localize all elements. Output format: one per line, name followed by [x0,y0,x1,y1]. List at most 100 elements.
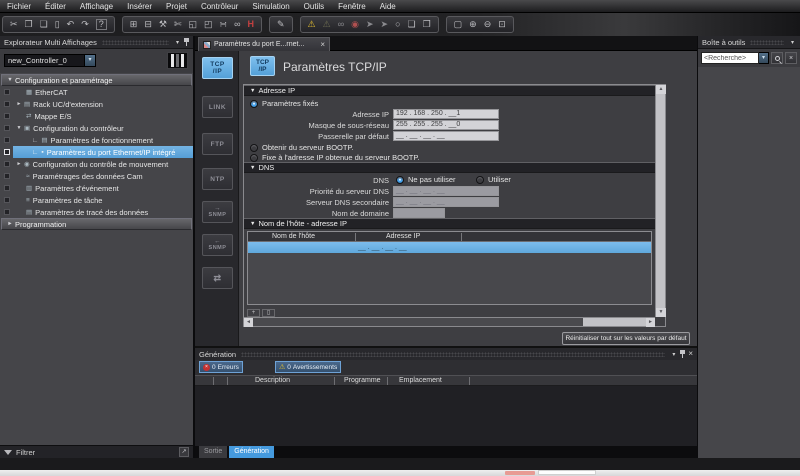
horizontal-scrollbar[interactable]: ◄ ► [244,317,655,326]
add-row-button[interactable]: + [247,309,260,317]
status-box[interactable] [4,137,10,143]
subnet-mask-field[interactable]: 255 . 255 . 255 . __0 [393,120,499,130]
menu-controleur[interactable]: Contrôleur [194,0,245,13]
tree-item-event-settings[interactable]: ▥ Paramètres d'événement [0,182,193,194]
radio-dns-no[interactable]: Ne pas utiliser [396,175,456,184]
close-icon[interactable]: × [688,350,693,358]
column-divider[interactable] [461,233,462,241]
section-ip-address[interactable]: ▼ Adresse IP [244,85,655,96]
scroll-down-icon[interactable]: ▼ [656,308,666,317]
errors-filter-button[interactable]: × 0 Erreurs [199,361,243,373]
arrow-right-icon[interactable]: ► [14,101,24,107]
radio-bootp-fixed[interactable]: Fixe à l'adresse IP obtenue du serveur B… [250,153,420,162]
nav-link-button[interactable]: LINK [202,96,233,118]
monitor-icon[interactable]: ◱ [188,20,197,29]
warnings-filter-button[interactable]: ⚠ 0 Avertissements [275,361,341,373]
zoom-region-icon[interactable]: ▢ [454,20,463,29]
nav-ftp-button[interactable]: FTP [202,133,233,155]
edit-icon[interactable]: ✎ [277,20,285,29]
radio-bootp[interactable]: Obtenir du serveur BOOTP. [250,143,354,152]
section-hostname[interactable]: ▼ Nom de l'hôte - adresse IP [244,218,655,229]
column-divider[interactable] [213,377,214,385]
tab-ethernet-port-settings[interactable]: Paramètres du port E...rnet... × [198,37,330,51]
zoom-in-icon[interactable]: ⊕ [469,20,477,29]
tree-item-io-map[interactable]: ⇄ Mappe E/S [0,110,193,122]
pin-icon[interactable] [680,350,685,359]
tree-item-ethernet-ip-port[interactable]: ∟ ▪ Paramètres du port Ethernet/IP intég… [0,146,193,158]
search-button[interactable] [771,52,783,64]
chevron-down-icon[interactable]: ▾ [759,52,769,64]
status-box[interactable] [4,149,10,155]
radio-icon[interactable] [250,100,258,108]
chevron-down-icon[interactable]: ▾ [672,351,675,358]
chevron-down-icon[interactable]: ▾ [84,55,95,66]
tree-item-data-trace[interactable]: ▤ Paramètres de tracé des données [0,206,193,218]
warning-icon[interactable]: ⚠ [308,20,316,29]
tree-section-programmation[interactable]: ► Programmation [1,218,192,230]
nav-tcp-ip-button[interactable]: TCP /IP [202,57,233,79]
radio-icon[interactable] [250,154,258,162]
controller-select[interactable]: new_Controller_0 ▾ [4,54,96,67]
tree-item-motion-control[interactable]: ► ◉ Configuration du contrôle de mouveme… [0,158,193,170]
status-box[interactable] [4,209,10,215]
tree-item-task-settings[interactable]: ≡ Paramètres de tâche [0,194,193,206]
zoom-out-icon[interactable]: ⊖ [484,20,492,29]
scroll-right-icon[interactable]: ► [646,318,655,327]
column-programme[interactable]: Programme [344,377,381,384]
project-window-icon[interactable]: ⊞ [130,20,138,29]
cut-icon[interactable]: ✂ [10,20,18,29]
column-hostname[interactable]: Nom de l'hôte [272,233,315,240]
radio-dns-yes[interactable]: Utiliser [476,175,511,184]
status-box[interactable] [4,185,10,191]
status-box[interactable] [4,173,10,179]
radio-icon[interactable] [476,176,484,184]
vertical-scrollbar[interactable]: ▲ ▼ [655,85,665,317]
tree-item-rack[interactable]: ► ▤ Rack UC/d'extension [0,98,193,110]
tab-sortie[interactable]: Sortie [199,446,227,458]
scroll-left-icon[interactable]: ◄ [244,318,253,327]
arrow-right-icon[interactable]: ► [5,221,15,227]
zoom-fit-icon[interactable]: ⊡ [498,20,506,29]
clear-search-button[interactable]: × [785,52,797,64]
menu-editer[interactable]: Éditer [38,0,73,13]
menu-outils[interactable]: Outils [297,0,331,13]
menu-projet[interactable]: Projet [159,0,194,13]
menu-inserer[interactable]: Insérer [120,0,159,13]
filter-bar[interactable]: Filtrer ↗ [0,445,193,458]
row-ip-value[interactable]: __ . __ . __ . __ [358,242,407,253]
radio-icon[interactable] [250,144,258,152]
ip-address-field[interactable]: 192 . 168 . 250 . __1 [393,109,499,119]
nav-fins-button[interactable]: ⇄ [202,267,233,289]
step-icon[interactable]: ➤ [366,20,374,29]
radio-fixed-settings[interactable]: Paramètres fixés [250,99,318,108]
watch-icon[interactable]: ∞ [338,20,344,29]
tree-item-cam-data[interactable]: ≈ Paramétrages des données Cam [0,170,193,182]
print-icon[interactable]: ⊟ [144,20,152,29]
status-box[interactable] [4,89,10,95]
arrow-down-icon[interactable]: ▼ [14,125,24,131]
menu-affichage[interactable]: Affichage [73,0,120,13]
status-box[interactable] [4,197,10,203]
chevron-down-icon[interactable]: ▾ [791,39,794,46]
paste-icon[interactable]: ❏ [40,20,48,29]
tree-item-controller-setup[interactable]: ▼ ▣ Configuration du contrôleur [0,122,193,134]
step-over-icon[interactable]: ➤ [381,20,389,29]
chevron-down-icon[interactable]: ▾ [176,39,179,46]
default-gateway-field[interactable]: __ . __ . __ . __ [393,131,499,141]
column-divider[interactable] [334,377,335,385]
build-icon[interactable]: ⚒ [159,20,167,29]
column-divider[interactable] [227,377,228,385]
radio-icon[interactable] [396,176,404,184]
column-emplacement[interactable]: Emplacement [399,377,442,384]
window-pair-alt-icon[interactable]: ❐ [423,20,431,29]
section-dns[interactable]: ▼ DNS [244,162,655,173]
column-divider[interactable] [355,233,356,241]
reset-defaults-button[interactable]: Réinitialiser tout sur les valeurs par d… [562,332,690,345]
window-pair-icon[interactable]: ❏ [408,20,416,29]
tree-item-operation-settings[interactable]: ∟ ▤ Paramètres de fonctionnement [0,134,193,146]
menu-aide[interactable]: Aide [373,0,403,13]
online-stop-icon[interactable]: H [247,20,254,29]
nav-snmp-button[interactable]: → SNMP [202,201,233,223]
arrow-down-icon[interactable]: ▼ [5,77,15,83]
help-icon[interactable]: ? [96,19,107,30]
